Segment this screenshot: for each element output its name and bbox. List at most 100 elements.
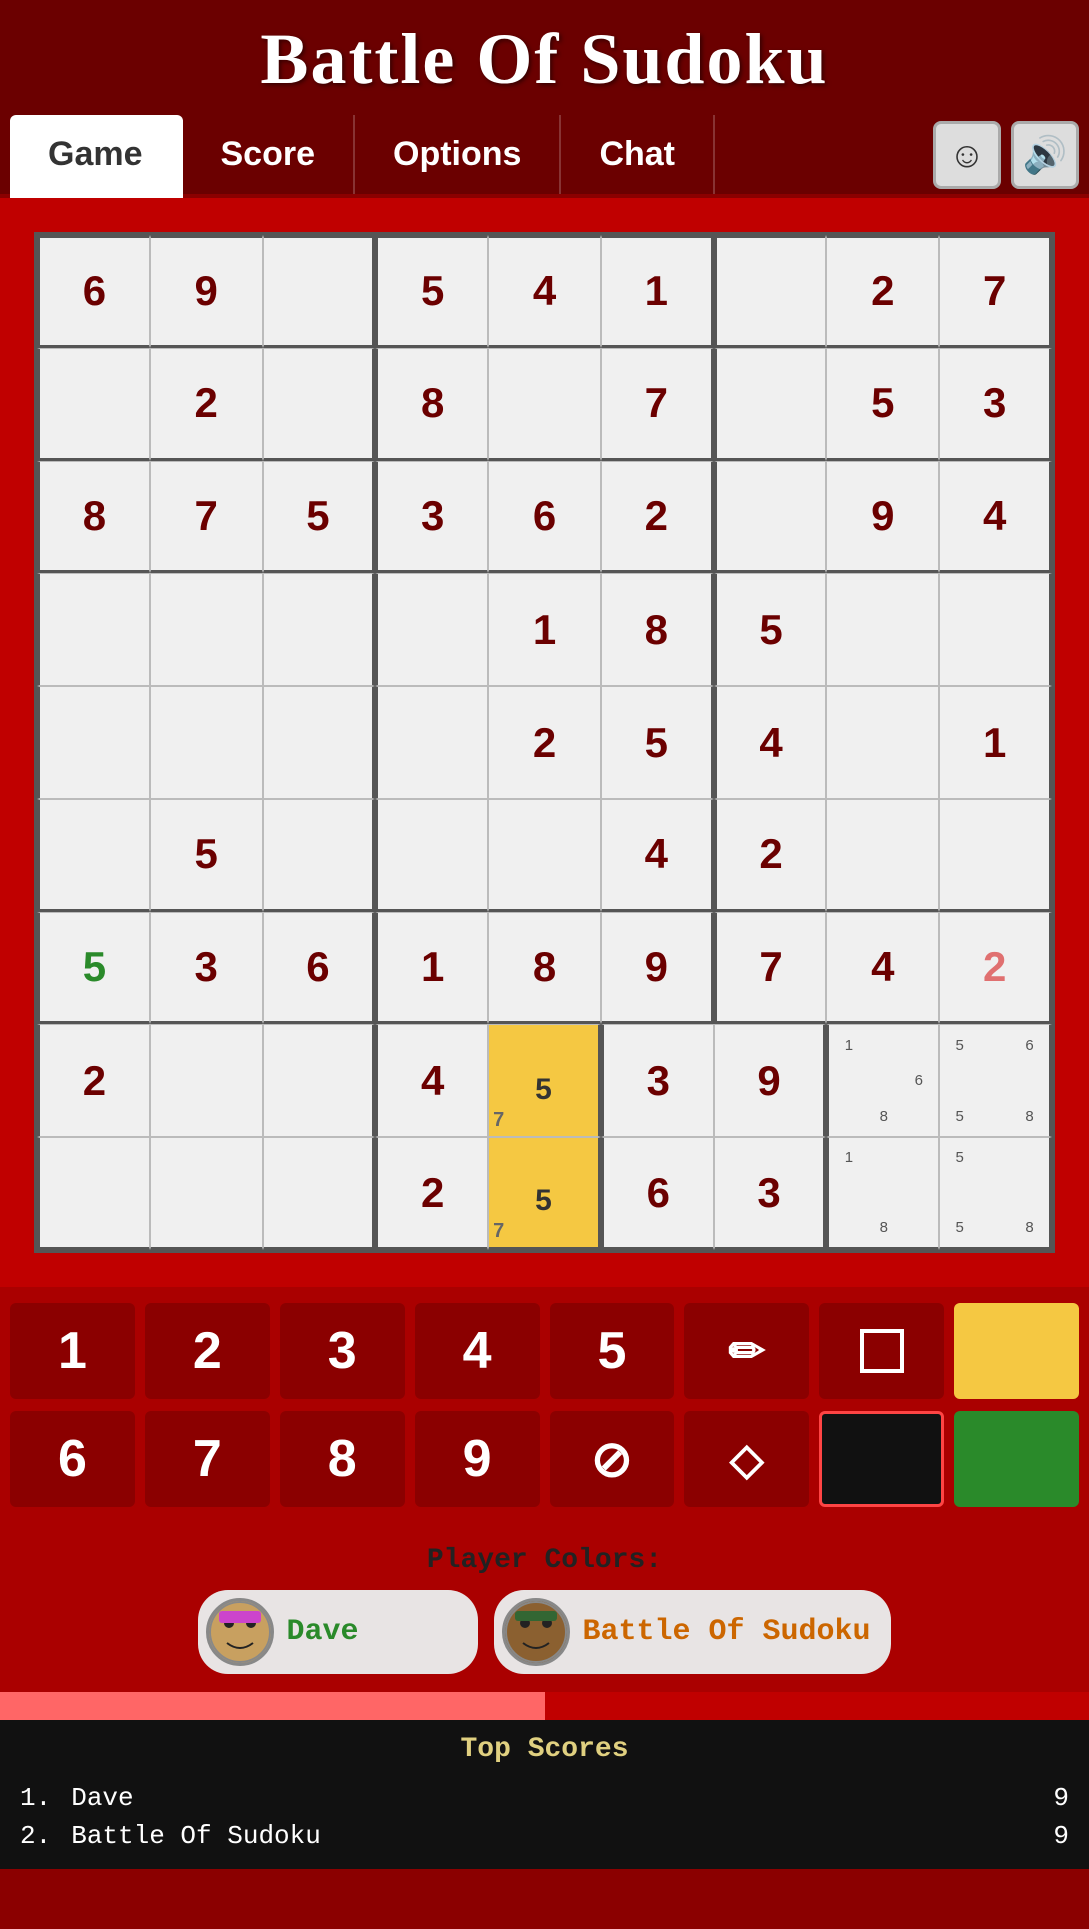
cell-0-0[interactable]: 6 bbox=[37, 235, 150, 348]
num-5-button[interactable]: 5 bbox=[550, 1303, 675, 1399]
cell-2-1[interactable]: 7 bbox=[150, 461, 263, 574]
cell-7-1[interactable] bbox=[150, 1024, 263, 1137]
cell-6-6[interactable]: 7 bbox=[714, 912, 827, 1025]
cell-2-6[interactable] bbox=[714, 461, 827, 574]
tab-chat[interactable]: Chat bbox=[561, 115, 715, 194]
cell-4-2[interactable] bbox=[263, 686, 376, 799]
cell-7-0[interactable]: 2 bbox=[37, 1024, 150, 1137]
cell-7-8[interactable]: 5 6 5 8 bbox=[939, 1024, 1052, 1137]
cell-6-4[interactable]: 8 bbox=[488, 912, 601, 1025]
cell-5-1[interactable]: 5 bbox=[150, 799, 263, 912]
cell-4-0[interactable] bbox=[37, 686, 150, 799]
cell-5-8[interactable] bbox=[939, 799, 1052, 912]
cell-0-3[interactable]: 5 bbox=[375, 235, 488, 348]
cell-8-7[interactable]: 1 8 bbox=[826, 1137, 939, 1250]
cell-3-7[interactable] bbox=[826, 573, 939, 686]
cell-1-0[interactable] bbox=[37, 348, 150, 461]
cell-7-6[interactable]: 9 bbox=[714, 1024, 827, 1137]
cell-5-5[interactable]: 4 bbox=[601, 799, 714, 912]
fill-button[interactable]: ◇ bbox=[684, 1411, 809, 1507]
tab-score[interactable]: Score bbox=[183, 115, 356, 194]
cell-2-2[interactable]: 5 bbox=[263, 461, 376, 574]
tab-game[interactable]: Game bbox=[10, 115, 183, 198]
cell-6-7[interactable]: 4 bbox=[826, 912, 939, 1025]
cell-4-8[interactable]: 1 bbox=[939, 686, 1052, 799]
cell-4-6[interactable]: 4 bbox=[714, 686, 827, 799]
cell-1-8[interactable]: 3 bbox=[939, 348, 1052, 461]
color-black-button[interactable] bbox=[819, 1411, 944, 1507]
cell-6-0[interactable]: 5 bbox=[37, 912, 150, 1025]
cell-6-8[interactable]: 2 bbox=[939, 912, 1052, 1025]
cell-1-3[interactable]: 8 bbox=[375, 348, 488, 461]
cell-5-6[interactable]: 2 bbox=[714, 799, 827, 912]
cell-6-1[interactable]: 3 bbox=[150, 912, 263, 1025]
cell-3-0[interactable] bbox=[37, 573, 150, 686]
color-yellow-button[interactable] bbox=[954, 1303, 1079, 1399]
cell-8-2[interactable] bbox=[263, 1137, 376, 1250]
cell-7-4[interactable]: 5 7 bbox=[488, 1024, 601, 1137]
cell-5-3[interactable] bbox=[375, 799, 488, 912]
cell-1-4[interactable] bbox=[488, 348, 601, 461]
cell-5-2[interactable] bbox=[263, 799, 376, 912]
cell-4-7[interactable] bbox=[826, 686, 939, 799]
num-1-button[interactable]: 1 bbox=[10, 1303, 135, 1399]
cell-0-5[interactable]: 1 bbox=[601, 235, 714, 348]
cell-8-0[interactable] bbox=[37, 1137, 150, 1250]
cell-2-5[interactable]: 2 bbox=[601, 461, 714, 574]
num-9-button[interactable]: 9 bbox=[415, 1411, 540, 1507]
cell-0-4[interactable]: 4 bbox=[488, 235, 601, 348]
cell-3-8[interactable] bbox=[939, 573, 1052, 686]
cell-0-2[interactable] bbox=[263, 235, 376, 348]
cell-7-3[interactable]: 4 bbox=[375, 1024, 488, 1137]
emoji-button[interactable]: ☺ bbox=[933, 121, 1001, 189]
cell-3-1[interactable] bbox=[150, 573, 263, 686]
delete-button[interactable]: ⊘ bbox=[550, 1411, 675, 1507]
cell-6-2[interactable]: 6 bbox=[263, 912, 376, 1025]
cell-5-7[interactable] bbox=[826, 799, 939, 912]
cell-1-5[interactable]: 7 bbox=[601, 348, 714, 461]
num-3-button[interactable]: 3 bbox=[280, 1303, 405, 1399]
num-2-button[interactable]: 2 bbox=[145, 1303, 270, 1399]
cell-2-8[interactable]: 4 bbox=[939, 461, 1052, 574]
cell-1-2[interactable] bbox=[263, 348, 376, 461]
cell-8-3[interactable]: 2 bbox=[375, 1137, 488, 1250]
cell-1-6[interactable] bbox=[714, 348, 827, 461]
cell-7-5[interactable]: 3 bbox=[601, 1024, 714, 1137]
cell-8-5[interactable]: 6 bbox=[601, 1137, 714, 1250]
cell-4-3[interactable] bbox=[375, 686, 488, 799]
cell-4-4[interactable]: 2 bbox=[488, 686, 601, 799]
cell-5-4[interactable] bbox=[488, 799, 601, 912]
erase-button[interactable] bbox=[819, 1303, 944, 1399]
cell-3-3[interactable] bbox=[375, 573, 488, 686]
cell-1-7[interactable]: 5 bbox=[826, 348, 939, 461]
cell-2-7[interactable]: 9 bbox=[826, 461, 939, 574]
cell-3-6[interactable]: 5 bbox=[714, 573, 827, 686]
color-green-button[interactable] bbox=[954, 1411, 1079, 1507]
cell-8-8[interactable]: 5 5 8 bbox=[939, 1137, 1052, 1250]
cell-3-4[interactable]: 1 bbox=[488, 573, 601, 686]
pencil-button[interactable]: ✏ bbox=[684, 1303, 809, 1399]
cell-5-0[interactable] bbox=[37, 799, 150, 912]
tab-options[interactable]: Options bbox=[355, 115, 561, 194]
cell-2-0[interactable]: 8 bbox=[37, 461, 150, 574]
sound-button[interactable]: 🔊 bbox=[1011, 121, 1079, 189]
cell-1-1[interactable]: 2 bbox=[150, 348, 263, 461]
cell-0-7[interactable]: 2 bbox=[826, 235, 939, 348]
cell-6-5[interactable]: 9 bbox=[601, 912, 714, 1025]
cell-7-2[interactable] bbox=[263, 1024, 376, 1137]
cell-8-1[interactable] bbox=[150, 1137, 263, 1250]
cell-7-7[interactable]: 1 6 8 bbox=[826, 1024, 939, 1137]
num-8-button[interactable]: 8 bbox=[280, 1411, 405, 1507]
cell-6-3[interactable]: 1 bbox=[375, 912, 488, 1025]
cell-0-6[interactable] bbox=[714, 235, 827, 348]
num-7-button[interactable]: 7 bbox=[145, 1411, 270, 1507]
cell-4-1[interactable] bbox=[150, 686, 263, 799]
cell-4-5[interactable]: 5 bbox=[601, 686, 714, 799]
cell-0-1[interactable]: 9 bbox=[150, 235, 263, 348]
cell-2-4[interactable]: 6 bbox=[488, 461, 601, 574]
cell-3-5[interactable]: 8 bbox=[601, 573, 714, 686]
cell-0-8[interactable]: 7 bbox=[939, 235, 1052, 348]
cell-8-4[interactable]: 5 7 bbox=[488, 1137, 601, 1250]
num-6-button[interactable]: 6 bbox=[10, 1411, 135, 1507]
num-4-button[interactable]: 4 bbox=[415, 1303, 540, 1399]
